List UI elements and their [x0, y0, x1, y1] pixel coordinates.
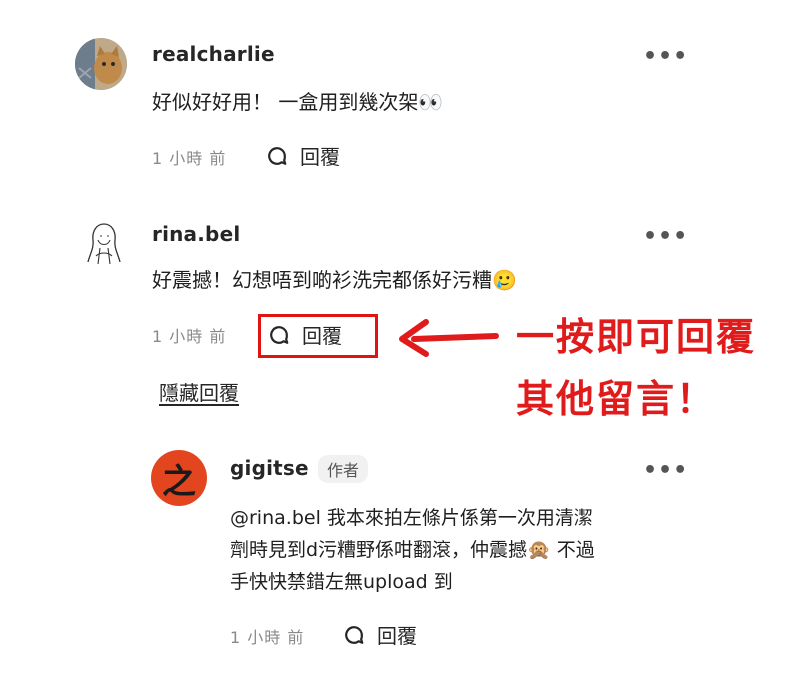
reply-text: @rina.bel 我本來拍左條片係第一次用清潔 劑時見到d污糟野係咁翻滾，仲震…: [230, 502, 595, 598]
comment-username[interactable]: rina.bel: [152, 222, 240, 246]
reply-text-line: 劑時見到d污糟野係咁翻滾，仲震撼🙊 不過: [230, 539, 595, 561]
author-badge: 作者: [318, 455, 369, 483]
reply-label: 回覆: [377, 624, 417, 648]
reply-button[interactable]: 回覆: [266, 141, 340, 170]
reply-timestamp: 1 小時 前: [230, 628, 305, 647]
speech-bubble-icon: [268, 146, 287, 165]
reply-text-line: 手快快禁錯左無upload 到: [230, 571, 453, 593]
more-options-icon[interactable]: •••: [643, 224, 688, 249]
speech-bubble-icon: [270, 325, 289, 344]
comment-timestamp: 1 小時 前: [152, 327, 227, 346]
avatar-realcharlie[interactable]: [75, 38, 127, 90]
annotation-arrow-icon: [399, 319, 499, 357]
comment-text: 好震撼！幻想唔到啲衫洗完都係好污糟🥲: [152, 268, 517, 292]
reply-label: 回覆: [302, 324, 342, 348]
comment-username[interactable]: realcharlie: [152, 42, 275, 66]
comment-timestamp: 1 小時 前: [152, 149, 227, 168]
reply-username[interactable]: gigitse: [230, 456, 309, 480]
hide-replies-link[interactable]: 隱藏回覆: [159, 377, 239, 406]
cat-photo-icon: [75, 38, 127, 90]
annotation-text-line2: 其他留言！: [516, 377, 717, 421]
annotation-text-line1: 一按即可回覆: [516, 315, 757, 359]
sketch-portrait-icon: [87, 223, 121, 265]
reply-button[interactable]: 回覆: [268, 320, 342, 349]
avatar-logo-char: 之: [162, 461, 196, 502]
reply-text-line: @rina.bel 我本來拍左條片係第一次用清潔: [230, 507, 593, 529]
more-options-icon[interactable]: •••: [643, 458, 688, 483]
reply-button[interactable]: 回覆: [343, 620, 417, 649]
avatar-rina-bel[interactable]: [78, 218, 130, 270]
speech-bubble-icon: [345, 625, 364, 644]
reply-label: 回覆: [300, 145, 340, 169]
avatar-gigitse[interactable]: 之: [151, 450, 207, 506]
more-options-icon[interactable]: •••: [643, 44, 688, 69]
comment-text: 好似好好用！ 一盒用到幾次架👀: [152, 90, 444, 114]
